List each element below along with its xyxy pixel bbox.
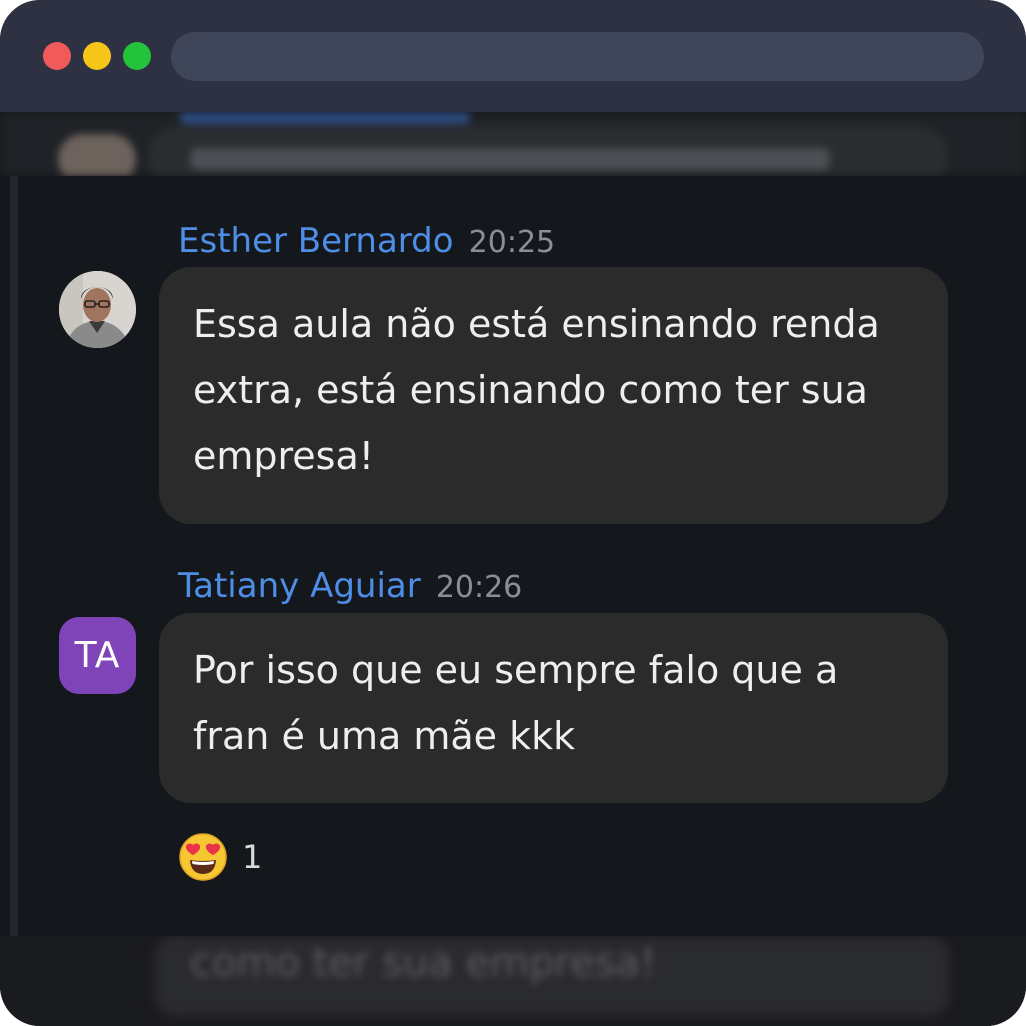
message-author[interactable]: Tatiany Aguiar <box>178 566 421 606</box>
reaction-chip[interactable]: 1 <box>178 831 262 883</box>
message-time: 20:25 <box>468 225 556 260</box>
message-header: Tatiany Aguiar 20:26 <box>178 561 522 611</box>
message-text: Essa aula não está ensinando renda extra… <box>193 302 880 478</box>
initials-avatar[interactable]: TA <box>59 617 136 694</box>
message-header: Esther Bernardo 20:25 <box>178 216 555 266</box>
heart-eyes-emoji-icon <box>179 833 227 881</box>
browser-titlebar <box>0 0 1026 112</box>
minimize-window-button[interactable] <box>83 42 111 70</box>
blurred-next-message: como ter sua empresa! <box>0 936 1026 1026</box>
message-bubble[interactable]: Por isso que eu sempre falo que a fran é… <box>159 613 948 803</box>
browser-window: Esther Bernardo 20:25 Essa aula não está… <box>0 0 1026 1026</box>
reaction-count: 1 <box>242 838 263 876</box>
blurred-text <box>190 148 830 170</box>
blurred-avatar <box>58 134 136 176</box>
message-author[interactable]: Esther Bernardo <box>178 221 454 261</box>
message-bubble[interactable]: Essa aula não está ensinando renda extra… <box>159 267 948 524</box>
user-photo-icon <box>59 271 136 348</box>
thread-rail <box>10 176 18 936</box>
address-bar[interactable] <box>171 32 984 81</box>
message-text: Por isso que eu sempre falo que a fran é… <box>193 648 839 758</box>
blurred-author <box>180 112 470 124</box>
user-avatar[interactable] <box>59 271 136 348</box>
blurred-previous-message <box>0 112 1026 176</box>
message-time: 20:26 <box>435 570 523 605</box>
blurred-text: como ter sua empresa! <box>190 940 657 986</box>
maximize-window-button[interactable] <box>123 42 151 70</box>
close-window-button[interactable] <box>43 42 71 70</box>
chat-feed[interactable]: Esther Bernardo 20:25 Essa aula não está… <box>0 176 1026 936</box>
